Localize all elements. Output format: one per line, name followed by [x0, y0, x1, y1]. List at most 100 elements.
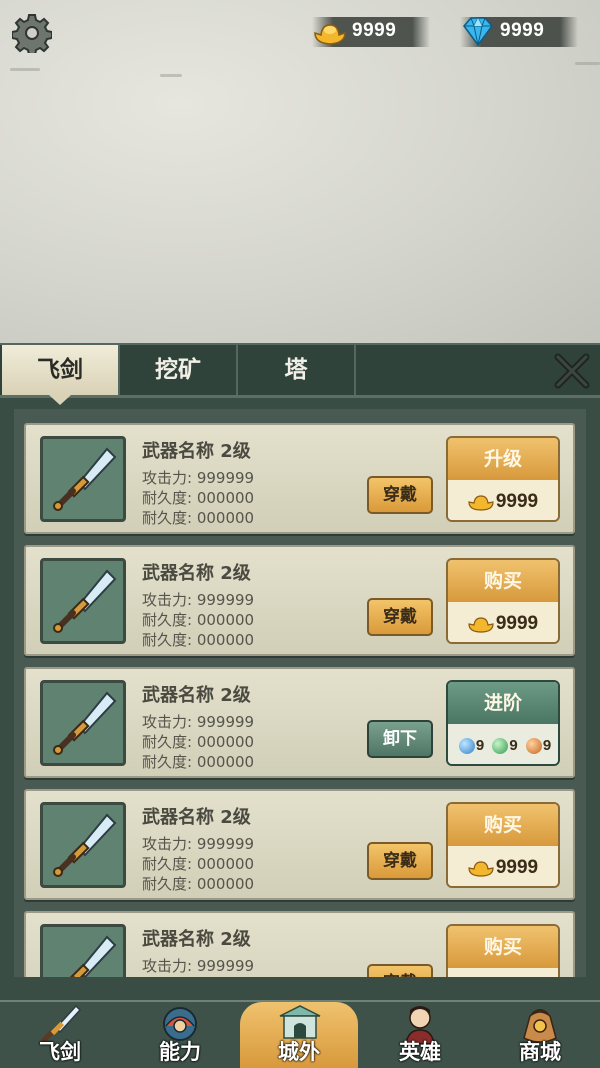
nav-flying-sword[interactable]: 飞剑	[0, 1002, 120, 1068]
weapon-card: 武器名称 2级 攻击力: 999999 耐久度: 000000 耐久度: 000…	[24, 423, 575, 534]
weapon-thumbnail	[40, 802, 126, 888]
durability-label: 耐久度:	[142, 875, 193, 893]
upgrade-button[interactable]: 升级 9999	[446, 436, 560, 522]
gold-amount: 9999	[352, 20, 397, 41]
weapon-card: 武器名称 2级 攻击力: 999999 耐久度: 000000 耐久度: 000…	[24, 667, 575, 778]
advance-button[interactable]: 进阶 9 9 9	[446, 680, 560, 766]
bottom-nav: 飞剑 能力 城外 英雄 商城	[0, 1000, 600, 1068]
gold-counter: 9999	[312, 17, 430, 47]
durability-value: 000000	[196, 875, 255, 893]
ground-crack	[160, 74, 182, 77]
buy-button[interactable]: 购买	[446, 924, 560, 977]
durability-label: 耐久度:	[142, 855, 193, 873]
durability-label: 耐久度:	[142, 611, 193, 629]
buy-button[interactable]: 购买 9999	[446, 558, 560, 644]
close-icon[interactable]	[552, 351, 592, 391]
gold-ingot-icon	[468, 617, 494, 633]
durability-stat: 耐久度: 000000	[142, 629, 254, 650]
durability-stat: 耐久度: 000000	[142, 873, 254, 894]
cost-value: 9999	[495, 857, 539, 878]
equip-button[interactable]: 穿戴	[367, 842, 433, 880]
sword-icon	[53, 813, 117, 877]
cost: 9999	[448, 480, 558, 520]
tab-mining[interactable]: 挖矿	[120, 345, 238, 395]
durability-stat: 耐久度: 000000	[142, 731, 254, 752]
tab-tower[interactable]: 塔	[238, 345, 356, 395]
weapon-name: 武器名称 2级	[142, 441, 251, 462]
equip-button[interactable]: 穿戴	[367, 598, 433, 636]
weapon-card: 武器名称 2级 攻击力: 999999 耐久度: 000000 耐久度: 000…	[24, 789, 575, 900]
durability-value: 000000	[196, 733, 255, 751]
gold-ingot-icon	[468, 495, 494, 511]
ground-crack	[10, 68, 40, 71]
green-gem-icon	[492, 738, 509, 755]
unequip-button[interactable]: 卸下	[367, 720, 433, 758]
durability-stat: 耐久度: 000000	[142, 487, 254, 508]
nav-label: 城外	[278, 1039, 320, 1064]
weapon-panel: 飞剑 挖矿 塔 武器名称 2级 攻击力: 999999 耐久度: 000000 …	[0, 343, 600, 1066]
buy-label: 购买	[448, 560, 558, 602]
attack-value: 999999	[196, 835, 255, 853]
diamond-counter: 9999	[460, 16, 578, 47]
diamond-amount: 9999	[500, 20, 545, 41]
sword-icon	[53, 447, 117, 511]
weapon-name: 武器名称 2级	[142, 929, 251, 950]
durability-value: 000000	[196, 489, 255, 507]
nav-ability[interactable]: 能力	[120, 1002, 240, 1068]
orange-gem-icon	[525, 738, 542, 755]
attack-stat: 攻击力: 999999	[142, 833, 254, 854]
weapon-name: 武器名称 2级	[142, 685, 251, 706]
equip-button[interactable]: 穿戴	[367, 476, 433, 514]
ground-crack	[575, 62, 600, 65]
gem-cost: 9 9 9	[448, 724, 558, 764]
attack-label: 攻击力:	[142, 713, 193, 731]
attack-stat: 攻击力: 999999	[142, 589, 254, 610]
weapon-name: 武器名称 2级	[142, 807, 251, 828]
durability-stat: 耐久度: 000000	[142, 507, 254, 528]
durability-label: 耐久度:	[142, 753, 193, 771]
attack-value: 999999	[196, 713, 255, 731]
equip-button[interactable]: 穿戴	[367, 964, 433, 977]
weapon-thumbnail	[40, 436, 126, 522]
attack-value: 999999	[196, 957, 255, 975]
attack-label: 攻击力:	[142, 591, 193, 609]
durability-value: 000000	[196, 855, 255, 873]
nav-label: 能力	[159, 1039, 201, 1064]
durability-stat: 耐久度: 000000	[142, 751, 254, 772]
durability-value: 000000	[196, 631, 255, 649]
durability-label: 耐久度:	[142, 733, 193, 751]
blue-gem-icon	[458, 738, 475, 755]
buy-label: 购买	[448, 926, 558, 968]
weapon-card: 武器名称 2级 攻击力: 999999 耐久度: 000000 耐久度: 000…	[24, 545, 575, 656]
cost: 9999	[448, 602, 558, 642]
attack-label: 攻击力:	[142, 957, 193, 975]
buy-label: 购买	[448, 804, 558, 846]
gem-cost-value: 9	[542, 737, 552, 754]
active-tab-pointer	[49, 395, 71, 405]
weapon-thumbnail	[40, 680, 126, 766]
durability-value: 000000	[196, 611, 255, 629]
settings-gear-icon[interactable]	[12, 13, 52, 53]
gem-cost-value: 9	[509, 737, 518, 754]
upgrade-label: 升级	[448, 438, 558, 480]
weapon-list[interactable]: 武器名称 2级 攻击力: 999999 耐久度: 000000 耐久度: 000…	[14, 409, 586, 977]
attack-stat: 攻击力: 999999	[142, 711, 254, 732]
attack-stat: 攻击力: 999999	[142, 467, 254, 488]
cost-value: 9999	[495, 613, 539, 634]
nav-shop[interactable]: 商城	[480, 1002, 600, 1068]
attack-value: 999999	[196, 591, 255, 609]
gold-ingot-icon	[468, 861, 494, 877]
scene-background	[0, 0, 600, 345]
weapon-thumbnail	[40, 924, 126, 977]
attack-stat: 攻击力: 999999	[142, 955, 254, 976]
buy-button[interactable]: 购买 9999	[446, 802, 560, 888]
durability-label: 耐久度:	[142, 509, 193, 527]
cost	[448, 968, 558, 977]
nav-hero[interactable]: 英雄	[360, 1002, 480, 1068]
tab-flying-sword[interactable]: 飞剑	[2, 345, 120, 395]
nav-outside-city[interactable]: 城外	[240, 1002, 358, 1068]
durability-label: 耐久度:	[142, 631, 193, 649]
attack-label: 攻击力:	[142, 469, 193, 487]
weapon-name: 武器名称 2级	[142, 563, 251, 584]
advance-label: 进阶	[448, 682, 558, 724]
